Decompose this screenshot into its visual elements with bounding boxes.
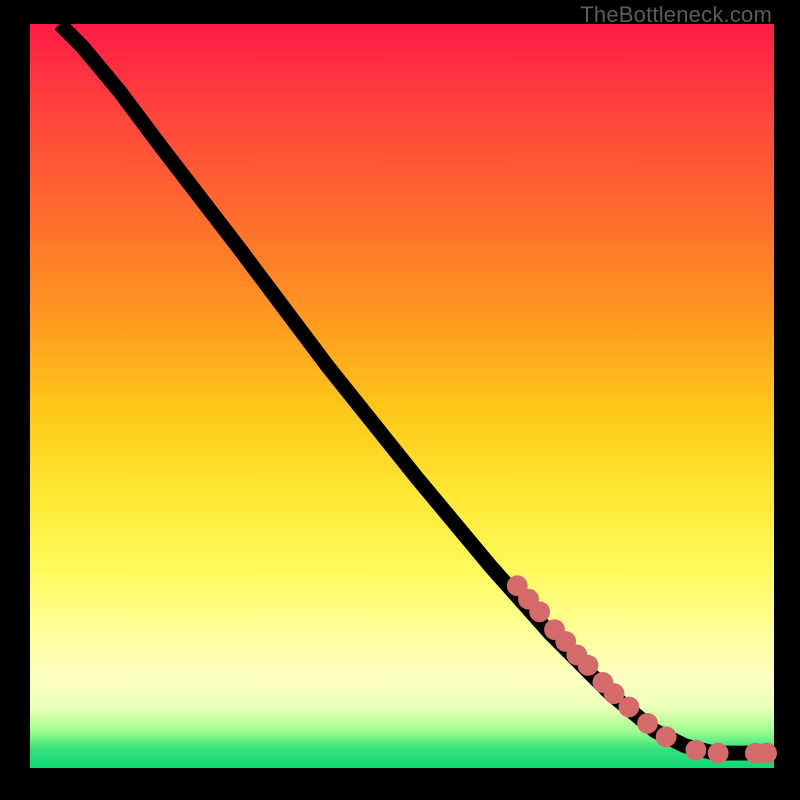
chart-dot: [756, 743, 777, 764]
chart-dot: [578, 655, 599, 676]
chart-dot: [708, 743, 729, 764]
chart-dot: [637, 713, 658, 734]
chart-stage: TheBottleneck.com: [0, 0, 800, 800]
chart-curve: [60, 24, 767, 753]
chart-dots-group: [507, 575, 777, 763]
chart-dot: [685, 740, 706, 761]
chart-dot: [656, 726, 677, 747]
chart-overlay-svg: [30, 24, 774, 768]
chart-dot: [619, 697, 640, 718]
chart-dot: [529, 601, 550, 622]
